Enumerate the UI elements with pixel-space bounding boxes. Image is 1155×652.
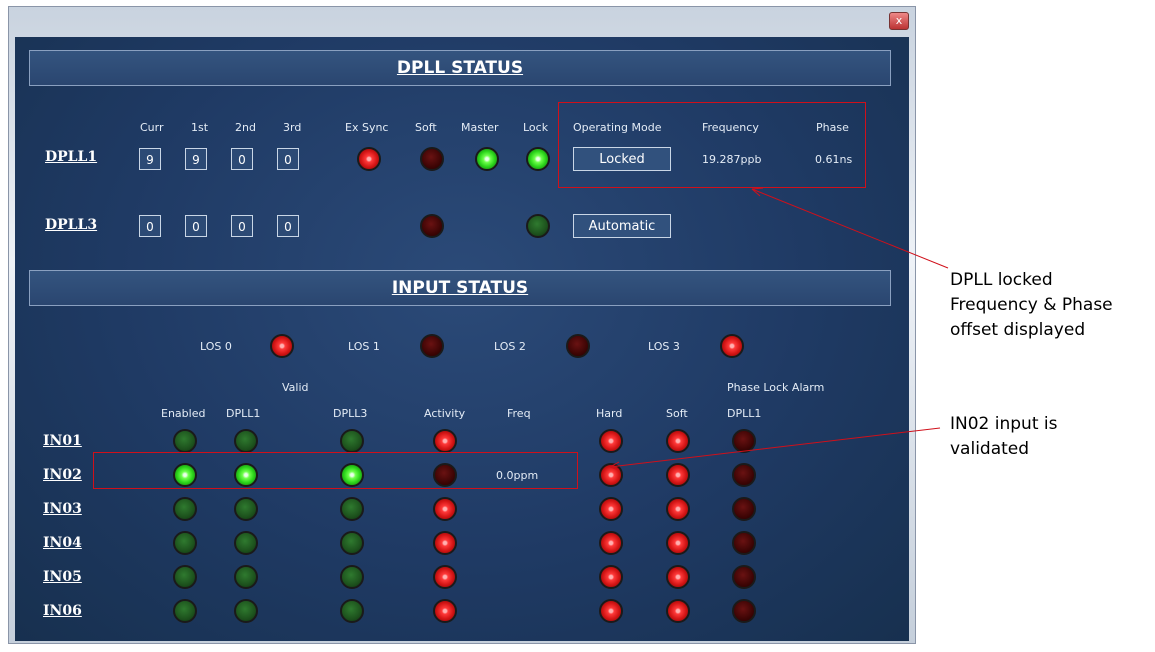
dpll-callout-arrow-a [751, 188, 761, 197]
in02-validated-annotation-line2: validated [950, 439, 1030, 459]
in02-validated-annotation-line1: IN02 input is [950, 414, 1058, 434]
dpll-locked-annotation: DPLL locked Frequency & Phase offset dis… [950, 268, 1113, 343]
dpll-locked-annotation-line2: Frequency & Phase [950, 295, 1113, 315]
in02-validated-annotation: IN02 input is validated [950, 412, 1057, 462]
in02-callout-arrow-b [609, 466, 620, 471]
in02-callout-line [609, 427, 941, 468]
dpll-callout-line [751, 188, 949, 269]
dpll-callout-arrow-b [751, 187, 764, 190]
dpll-locked-annotation-line1: DPLL locked [950, 270, 1053, 290]
dpll-locked-annotation-line3: offset displayed [950, 320, 1086, 340]
